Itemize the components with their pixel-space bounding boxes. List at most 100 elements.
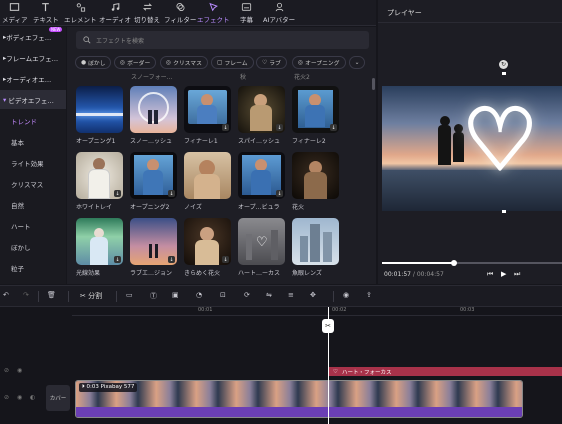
resize-handle-top[interactable] bbox=[502, 72, 506, 75]
effect-thumb[interactable]: ↓ bbox=[130, 218, 177, 265]
person-icon[interactable]: ◉ bbox=[343, 291, 354, 302]
tool-transition[interactable]: 切り替え bbox=[134, 2, 160, 24]
player-progress-track[interactable] bbox=[382, 260, 562, 266]
chip-christmas[interactable]: ◎ クリスマス bbox=[160, 56, 208, 69]
track-visibility-icon[interactable]: ◉ bbox=[17, 367, 22, 374]
chip-label: ラブ bbox=[269, 61, 281, 67]
time-ruler[interactable] bbox=[72, 307, 562, 316]
download-icon[interactable]: ↓ bbox=[114, 190, 121, 197]
download-icon[interactable]: ↓ bbox=[222, 124, 229, 131]
export-icon[interactable]: ⇪ bbox=[366, 291, 377, 302]
resize-handle-bottom[interactable] bbox=[502, 210, 506, 213]
edit-toolbar: ↶ ↷ 🗑 ✂ 分割 ▭ Ⓣ ▣ ◔ ⊡ ⟳ ⇋ ≡ ✥ ◉ ⇪ bbox=[0, 285, 562, 307]
effect-thumb[interactable]: ↓ bbox=[130, 152, 177, 199]
prev-frame-icon[interactable]: ⏮ bbox=[487, 270, 493, 279]
ruler-mark: 00:01 bbox=[198, 307, 213, 313]
effect-thumb[interactable] bbox=[292, 152, 339, 199]
effect-thumb[interactable]: ↓ bbox=[76, 218, 123, 265]
tool-transition-label: 切り替え bbox=[134, 16, 160, 24]
freeze-icon[interactable]: ✥ bbox=[310, 291, 321, 302]
download-icon[interactable]: ↓ bbox=[114, 256, 121, 263]
undo-icon[interactable]: ↶ bbox=[3, 291, 14, 302]
current-time: 00:01:57 bbox=[384, 271, 411, 278]
crop-frame-icon[interactable]: ▭ bbox=[126, 291, 137, 302]
video-clip[interactable]: ⏵ 0:03 Pixabay 577 bbox=[75, 380, 523, 418]
download-icon[interactable]: ↓ bbox=[222, 256, 229, 263]
chips-expand-button[interactable]: ⌄ bbox=[349, 56, 365, 69]
subcategory-heart[interactable]: ハート bbox=[11, 221, 31, 231]
next-frame-icon[interactable]: ⏭ bbox=[514, 270, 520, 279]
effect-thumb[interactable] bbox=[184, 152, 231, 199]
redo-icon[interactable]: ↷ bbox=[23, 291, 34, 302]
rotate-icon[interactable]: ⟳ bbox=[244, 291, 255, 302]
effect-thumb[interactable]: ↓ bbox=[184, 86, 231, 133]
subcategory-blur[interactable]: ぼかし bbox=[11, 242, 31, 252]
download-icon[interactable]: ↓ bbox=[168, 190, 175, 197]
effect-thumb[interactable]: ↓ bbox=[238, 86, 285, 133]
track-lock-icon[interactable]: ⊘ bbox=[4, 367, 9, 374]
track-visibility-icon[interactable]: ◉ bbox=[17, 394, 22, 401]
chip-opening[interactable]: ◎ オープニング bbox=[292, 56, 346, 69]
download-icon[interactable]: ↓ bbox=[168, 256, 175, 263]
effect-thumb[interactable]: ↓ bbox=[292, 86, 339, 133]
tool-media[interactable]: メディア bbox=[2, 2, 28, 24]
rotate-handle-icon[interactable]: ↻ bbox=[499, 60, 508, 69]
category-video-effects[interactable]: ▾ ビデオエフェ… bbox=[0, 90, 66, 109]
tool-filter[interactable]: フィルター bbox=[164, 2, 196, 24]
play-icon[interactable]: ▶ bbox=[501, 270, 506, 278]
tool-subtitle[interactable]: 字幕 bbox=[240, 2, 253, 24]
chip-blur[interactable]: ● ぼかし bbox=[75, 56, 112, 69]
effect-thumb[interactable]: ↓ bbox=[76, 152, 123, 199]
subcategory-trend[interactable]: トレンド bbox=[11, 116, 37, 126]
effect-thumb[interactable]: ↓ bbox=[184, 218, 231, 265]
caption-icon[interactable]: ▣ bbox=[172, 291, 183, 302]
effect-label: ノイズ bbox=[184, 204, 202, 211]
flip-icon[interactable]: ⇋ bbox=[266, 291, 277, 302]
playhead-handle[interactable]: ✂ bbox=[322, 319, 334, 333]
tool-audio[interactable]: オーディオ bbox=[99, 2, 131, 24]
track-audio-icon[interactable]: ◐ bbox=[30, 394, 35, 401]
effect-thumb[interactable] bbox=[130, 86, 177, 133]
subcategory-light[interactable]: ライト効果 bbox=[11, 158, 44, 168]
category-audio-effects[interactable]: ▸ オーディオエ… bbox=[0, 69, 66, 88]
effect-thumb[interactable] bbox=[292, 218, 339, 265]
chip-love[interactable]: ♡ ラブ bbox=[256, 56, 287, 69]
subcategory-christmas[interactable]: クリスマス bbox=[11, 179, 43, 189]
player-time: 00:01:57 / 00:04:57 bbox=[384, 271, 444, 278]
category-frame-effects[interactable]: ▸ フレームエフェ… bbox=[0, 48, 66, 67]
chip-border[interactable]: ◎ ボーダー bbox=[114, 56, 157, 69]
tool-ai-avatar[interactable]: AIアバター bbox=[263, 2, 295, 24]
effect-thumb[interactable]: ♡ bbox=[238, 218, 285, 265]
download-icon[interactable]: ↓ bbox=[276, 190, 283, 197]
time-separator: / bbox=[412, 271, 415, 278]
chip-frame[interactable]: ▢ フレーム bbox=[211, 56, 254, 69]
preview-video[interactable]: ♡ bbox=[382, 86, 562, 211]
split-button[interactable]: ✂ 分割 bbox=[80, 291, 102, 301]
effect-thumb[interactable] bbox=[76, 86, 123, 133]
download-icon[interactable]: ↓ bbox=[276, 124, 283, 131]
subcategory-nature[interactable]: 自然 bbox=[11, 200, 24, 210]
tool-text[interactable]: テキスト bbox=[33, 2, 59, 24]
tool-effects[interactable]: エフェクト bbox=[197, 2, 230, 24]
track-lock-icon[interactable]: ⊘ bbox=[4, 394, 9, 401]
download-icon[interactable]: ↓ bbox=[330, 124, 337, 131]
tool-elements[interactable]: エレメント bbox=[64, 2, 97, 24]
effect-clip[interactable]: ♡ ハート・フォーカス bbox=[329, 367, 562, 376]
delete-icon[interactable]: 🗑 bbox=[47, 291, 58, 302]
subcategory-particles[interactable]: 粒子 bbox=[11, 263, 24, 273]
search-box[interactable]: エフェクトを検索 bbox=[76, 31, 369, 49]
speed-icon[interactable]: ◔ bbox=[196, 291, 207, 302]
chip-icon: ◎ bbox=[120, 59, 126, 66]
adjust-icon[interactable]: ≡ bbox=[288, 291, 299, 302]
library-scrollbar[interactable] bbox=[372, 78, 375, 90]
search-input[interactable]: エフェクトを検索 bbox=[96, 36, 144, 45]
subcategory-basic[interactable]: 基本 bbox=[11, 137, 24, 147]
player-progress-handle[interactable] bbox=[451, 260, 457, 266]
effect-label: ラブエ…ジョン bbox=[130, 270, 173, 277]
text-edit-icon[interactable]: Ⓣ bbox=[150, 291, 161, 302]
chip-icon: ◎ bbox=[298, 59, 304, 66]
effect-thumb[interactable]: ↓ bbox=[238, 152, 285, 199]
elements-icon bbox=[76, 3, 85, 12]
cover-button[interactable]: カバー bbox=[46, 385, 70, 411]
crop-icon[interactable]: ⊡ bbox=[220, 291, 231, 302]
